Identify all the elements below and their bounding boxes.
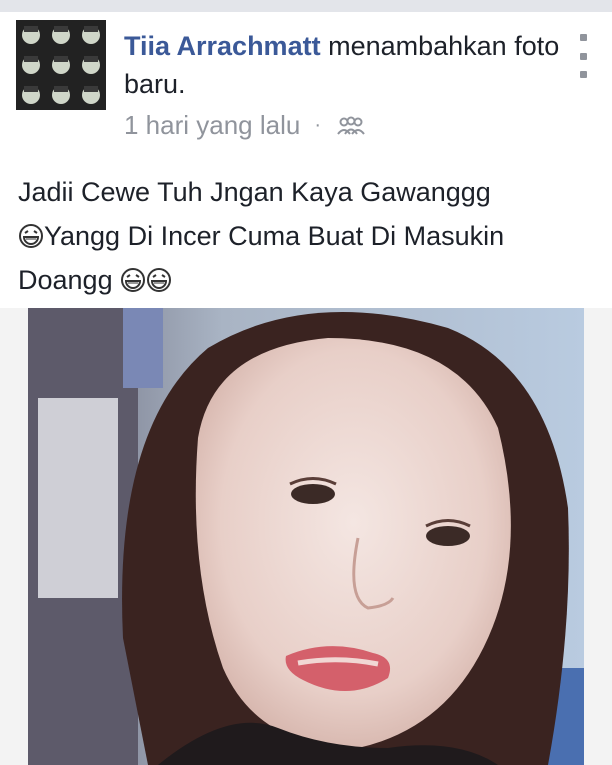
avatar[interactable] (16, 20, 106, 110)
photo-margin-left (0, 308, 28, 765)
post-photo[interactable] (28, 308, 584, 765)
laughing-emoji-icon (146, 262, 172, 292)
laughing-emoji-icon (18, 218, 44, 248)
friends-icon[interactable] (335, 114, 367, 136)
post-text: Jadii Cewe Tuh Jngan Kaya Gawanggg Yangg… (18, 170, 598, 302)
post-text-line-2: Yangg Di Incer Cuma Buat Di Masukin (18, 214, 598, 258)
laughing-emoji-icon (120, 262, 146, 292)
post-header: Tiia Arrachmatt menambahkan foto baru. (124, 27, 564, 103)
post-meta: 1 hari yang lalu · (124, 108, 367, 142)
post-text-line-3: Doangg (18, 258, 598, 302)
post-timestamp[interactable]: 1 hari yang lalu (124, 110, 300, 141)
post-text-line-1: Jadii Cewe Tuh Jngan Kaya Gawanggg (18, 177, 491, 207)
more-options-icon[interactable] (576, 34, 590, 78)
author-name[interactable]: Tiia Arrachmatt (124, 31, 321, 61)
photo-margin-right (584, 308, 612, 765)
meta-separator: · (314, 113, 322, 136)
